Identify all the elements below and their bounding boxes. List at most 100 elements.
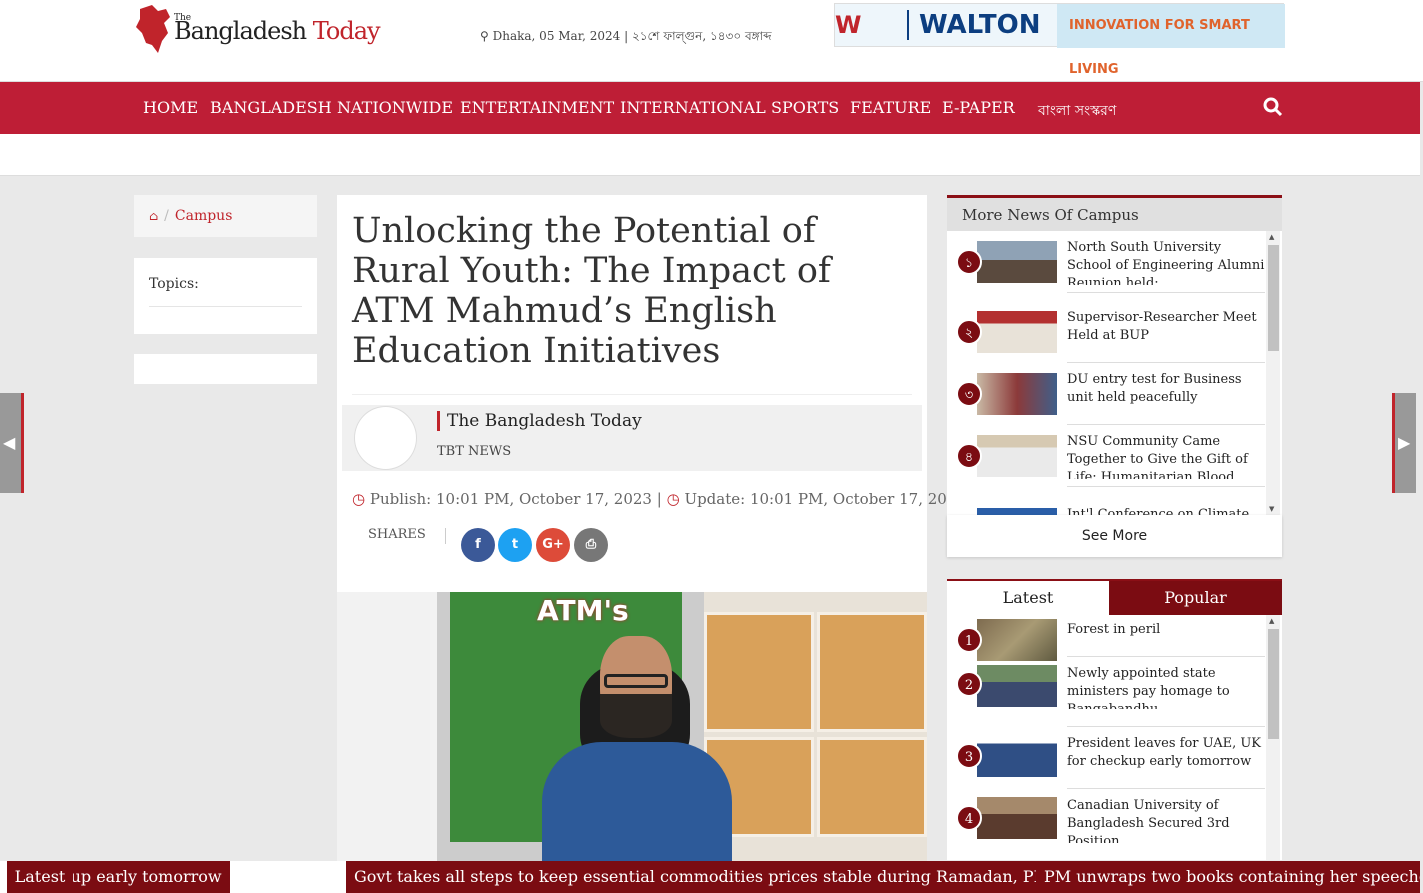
shares-label: SHARES [368,527,426,542]
news-thumbnail [977,619,1057,661]
person-glasses [604,674,668,688]
item-number: 2 [956,671,982,697]
news-thumbnail [977,373,1057,415]
news-thumbnail [977,508,1057,515]
item-title: NSU Community Came Together to Give the … [1067,434,1248,479]
list-item[interactable]: ২ Supervisor-Researcher Meet Held at BUP [947,301,1265,363]
latest-scrollbar[interactable]: ▲ [1266,615,1280,860]
nav-sports[interactable]: SPORTS [771,98,839,117]
prev-article-arrow[interactable]: ◀ [0,393,24,493]
author-role: TBT NEWS [437,444,512,459]
ticker-label: Latest [7,861,73,893]
more-news-title: More News Of Campus [947,195,1282,231]
site-header: The Bangladesh Today ⚲ Dhaka, 05 Mar, 20… [0,0,1423,82]
news-thumbnail [977,797,1057,839]
item-title: Forest in peril [1067,622,1161,637]
nav-epaper[interactable]: E-PAPER [942,98,1015,117]
home-icon[interactable]: ⌂ [149,209,158,223]
ticker-item[interactable]: Govt takes all steps to keep essential c… [346,861,1120,893]
topics-divider [149,306,302,307]
list-item[interactable]: ৩ DU entry test for Business unit held p… [947,363,1265,425]
nav-home[interactable]: HOME [143,98,198,117]
print-icon[interactable]: ⎙ [574,528,608,562]
list-item[interactable]: 1 Forest in peril [947,615,1265,661]
photo-shelf [704,592,927,893]
walton-logo-icon: W [835,11,862,39]
article-photo: ATM's [337,592,927,893]
list-item[interactable]: 2 Newly appointed state ministers pay ho… [947,657,1265,727]
tab-popular[interactable]: Popular [1109,581,1282,615]
news-ticker: Latest President leaves for UAE, UK for … [0,861,1420,893]
author-name[interactable]: The Bangladesh Today [437,411,642,431]
ticker-item[interactable]: President leaves for UAE, UK for checkup… [73,861,230,893]
item-title: Canadian University of Bangladesh Secure… [1067,798,1230,843]
breadcrumb-category[interactable]: Campus [175,208,233,224]
nav-nationwide[interactable]: NATIONWIDE [337,98,453,117]
see-more-button[interactable]: See More [947,515,1282,557]
topics-label: Topics: [149,276,199,292]
article-dates: ◷ Publish: 10:01 PM, October 17, 2023 | … [352,490,966,508]
item-number: 3 [956,743,982,769]
ticker-item[interactable]: PM unwraps two books containing her spee… [1036,861,1420,893]
item-number: ৩ [956,381,982,407]
item-number: ১ [956,249,982,275]
news-thumbnail [977,311,1057,353]
bangladesh-map-icon [136,5,170,53]
ticker-track: President leaves for UAE, UK for checkup… [73,861,1420,893]
google-plus-share-icon[interactable]: G+ [536,528,570,562]
latest-list: 1 Forest in peril 2 Newly appointed stat… [947,615,1282,860]
site-logo[interactable]: The Bangladesh Today [134,3,394,57]
item-divider [1067,292,1265,293]
item-title: DU entry test for Business unit held pea… [1067,372,1242,405]
item-number: ৪ [956,443,982,469]
nav-bangladesh[interactable]: BANGLADESH [210,98,332,117]
news-thumbnail [977,665,1057,707]
list-item[interactable]: 4 Canadian University of Bangladesh Secu… [947,789,1265,851]
publish-date: Publish: 10:01 PM, October 17, 2023 [369,490,652,508]
breadcrumb: ⌂ / Campus [134,195,317,237]
item-title: Supervisor-Researcher Meet Held at BUP [1067,310,1257,343]
ad-brand: WALTON [907,10,1041,40]
shelf-cubby [817,612,927,732]
breadcrumb-separator: / [164,208,169,224]
author-box: The Bangladesh Today TBT NEWS [342,405,922,471]
item-title: North South University School of Enginee… [1067,240,1265,285]
nav-bangla-edition[interactable]: বাংলা সংস্করণ [1038,99,1116,123]
list-item[interactable]: 3 President leaves for UAE, UK for check… [947,727,1265,789]
news-thumbnail [977,435,1057,477]
scroll-up-icon[interactable]: ▲ [1269,617,1274,625]
scroll-up-icon[interactable]: ▲ [1269,233,1274,241]
next-article-arrow[interactable]: ▶ [1392,393,1416,493]
article-headline: Unlocking the Potential of Rural Youth: … [352,211,831,371]
ad-tagline: INNOVATION FOR SMART LIVING [1057,4,1285,77]
dateline: ⚲ Dhaka, 05 Mar, 2024 | ২১শে ফাল্গুন, ১৪… [480,29,772,43]
more-news-scrollbar[interactable]: ▲ ▼ [1266,231,1280,515]
latest-popular-tabs: Latest Popular [947,579,1282,615]
person-beard [600,694,672,738]
facebook-share-icon[interactable]: f [461,528,495,562]
photo-wall [337,592,437,893]
item-divider [1067,486,1265,487]
scroll-thumb[interactable] [1268,629,1279,739]
nav-feature[interactable]: FEATURE [850,98,931,117]
main-nav: HOME BANGLADESH NATIONWIDE ENTERTAINMENT… [0,82,1420,134]
walton-ad-banner[interactable]: W WALTON INNOVATION FOR SMART LIVING [834,3,1285,77]
list-item[interactable]: Int'l Conference on Climate Change [947,496,1265,515]
list-item[interactable]: ১ North South University School of Engin… [947,231,1265,293]
scroll-down-icon[interactable]: ▼ [1269,505,1274,513]
author-avatar [354,406,417,470]
item-title: Int'l Conference on Climate Change [1067,507,1250,515]
list-item[interactable]: ৪ NSU Community Came Together to Give th… [947,425,1265,487]
tab-latest[interactable]: Latest [947,581,1109,615]
more-news-list: ১ North South University School of Engin… [947,231,1282,515]
clock-icon: ◷ [352,490,366,508]
nav-entertainment[interactable]: ENTERTAINMENT [460,98,614,117]
arrow-left-icon: ◀ [3,433,16,452]
nav-international[interactable]: INTERNATIONAL [620,98,766,117]
item-number: 4 [956,805,982,831]
twitter-share-icon[interactable]: t [498,528,532,562]
news-thumbnail [977,735,1057,777]
scroll-thumb[interactable] [1268,245,1279,351]
clock-icon: ◷ [666,490,680,508]
search-icon[interactable] [1263,97,1283,117]
